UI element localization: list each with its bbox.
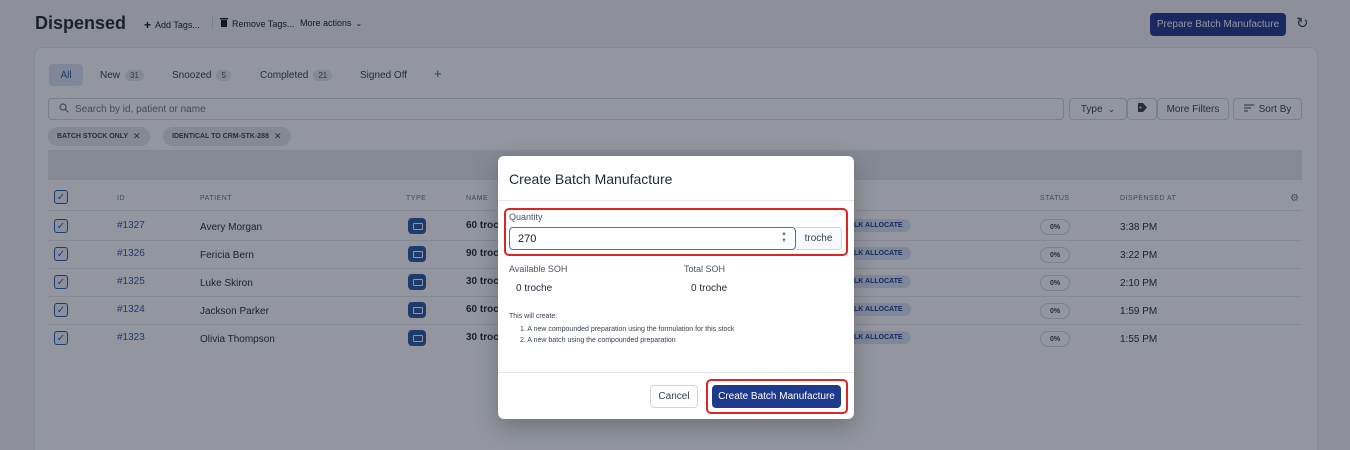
quantity-field[interactable]: ▲▼ — [509, 227, 796, 250]
quantity-unit: troche — [796, 227, 842, 250]
cancel-button[interactable]: Cancel — [650, 385, 698, 408]
quantity-input[interactable] — [518, 232, 768, 245]
dialog-header-divider — [498, 200, 854, 201]
dialog-title: Create Batch Manufacture — [509, 171, 673, 187]
create-item: 2. A new batch using the compounded prep… — [520, 337, 676, 344]
create-heading: This will create: — [509, 313, 558, 320]
create-batch-manufacture-dialog: Create Batch Manufacture Quantity ▲▼ tro… — [498, 156, 854, 419]
available-soh-value: 0 troche — [516, 283, 553, 294]
create-batch-manufacture-button[interactable]: Create Batch Manufacture — [712, 385, 841, 408]
total-soh-value: 0 troche — [691, 283, 728, 294]
dialog-footer-divider — [498, 372, 854, 373]
available-soh-label: Available SOH — [509, 264, 568, 274]
quantity-label: Quantity — [509, 212, 543, 222]
total-soh-label: Total SOH — [684, 264, 726, 274]
create-item: 1. A new compounded preparation using th… — [520, 326, 735, 333]
stepper-icon[interactable]: ▲ ▼ — [781, 231, 787, 245]
